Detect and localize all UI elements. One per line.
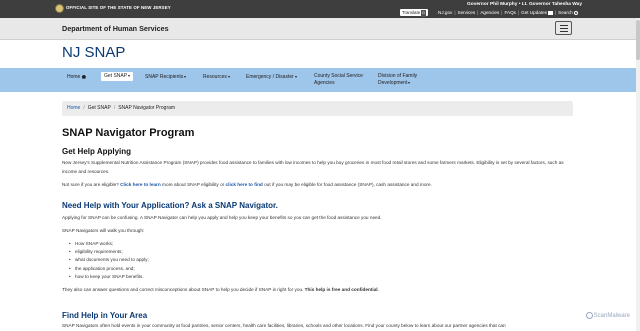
nav-label-county-line1: County Social Service — [314, 73, 363, 79]
watermark-text: ScanMalware — [593, 313, 630, 320]
page-title: SNAP Navigator Program — [62, 127, 195, 139]
section2-p3-end: . — [377, 287, 379, 292]
list-item: eligibility requirements; — [69, 248, 149, 256]
chevron-down-icon — [128, 74, 131, 77]
list-item: how to keep your SNAP benefits. — [69, 273, 149, 281]
mail-icon — [547, 10, 553, 15]
nav-label-get-snap: Get SNAP — [104, 73, 128, 79]
breadcrumb-current: SNAP Navigator Program — [118, 105, 176, 111]
translate-label: Translate — [402, 10, 421, 15]
chevron-down-icon — [408, 81, 411, 84]
top-link-njgov[interactable]: NJ.gov — [438, 10, 452, 15]
search-icon — [573, 10, 578, 15]
section1-paragraph2: Not sure if you are eligible? Click here… — [62, 181, 582, 190]
section1-p2-text-c: out if you may be eligible for food assi… — [262, 182, 432, 187]
nav-label-emergency: Emergency / Disaster — [246, 74, 294, 80]
official-site-label: OFFICIAL SITE OF THE STATE OF NEW JERSEY — [66, 5, 171, 10]
nav-label-home: Home — [67, 74, 81, 80]
top-link-agencies[interactable]: Agencies — [480, 10, 499, 15]
nav-label-division-line1: Division of Family — [378, 73, 418, 79]
state-top-bar: OFFICIAL SITE OF THE STATE OF NEW JERSEY… — [0, 0, 640, 18]
page-scrollbar[interactable] — [636, 18, 640, 331]
list-item: How SNAP works; — [69, 240, 149, 248]
breadcrumb: Home / Get SNAP / SNAP Navigator Program — [62, 101, 573, 116]
scanmalware-logo-icon — [585, 312, 593, 319]
section1-paragraph1: New Jersey's Supplemental Nutrition Assi… — [62, 160, 564, 174]
chevron-down-icon — [294, 75, 297, 78]
home-icon — [81, 74, 87, 79]
top-link-get-updates[interactable]: Get Updates — [521, 10, 547, 15]
nav-item-snap-recipients[interactable]: SNAP Recipients — [145, 74, 187, 81]
site-header: NJ SNAP — [0, 40, 640, 68]
state-seal-icon — [55, 4, 64, 13]
scanmalware-watermark: ScanMalware — [585, 312, 630, 320]
find-eligibility-link[interactable]: click here to find — [226, 182, 263, 187]
google-translate-icon: G — [421, 10, 426, 17]
nav-item-get-snap[interactable]: Get SNAP — [101, 72, 134, 81]
nav-label-division-line2: Development — [378, 80, 408, 86]
department-bar: Department of Human Services — [0, 18, 640, 40]
site-title[interactable]: NJ SNAP — [62, 44, 125, 61]
section2-paragraph1: Applying for SNAP can be confusing. A SN… — [62, 215, 382, 220]
section2-p3-text: They also can answer questions and corre… — [62, 287, 305, 292]
nav-item-county-agencies[interactable]: County Social Service Agencies — [314, 73, 363, 87]
section1-p2-text-a: Not sure if you are eligible? — [62, 182, 121, 187]
breadcrumb-get-snap[interactable]: Get SNAP — [88, 105, 111, 111]
department-title[interactable]: Department of Human Services — [62, 24, 169, 33]
chevron-down-icon — [227, 75, 230, 78]
top-link-services[interactable]: Services — [458, 10, 476, 15]
breadcrumb-home[interactable]: Home — [67, 105, 80, 111]
scrollbar-thumb[interactable] — [636, 20, 640, 60]
section-find-help-title: Find Help in Your Area — [62, 311, 148, 320]
governor-line: Governor Phil Murphy • Lt. Governor Tahe… — [467, 2, 582, 7]
free-confidential-text: This help is free and confidential — [304, 287, 378, 292]
nav-label-county-line2: Agencies — [314, 80, 335, 86]
nav-item-division-family[interactable]: Division of Family Development — [378, 73, 417, 87]
main-nav: Home Get SNAP SNAP Recipients Resources … — [0, 68, 640, 92]
top-link-faqs[interactable]: FAQs — [504, 10, 516, 15]
nav-label-snap-recipients: SNAP Recipients — [145, 74, 184, 80]
nav-item-home[interactable]: Home — [67, 74, 87, 81]
section-navigator-title: Need Help with Your Application? Ask a S… — [62, 201, 278, 210]
section-get-help-applying-title: Get Help Applying — [62, 147, 132, 156]
nav-label-resources: Resources — [203, 74, 227, 80]
chevron-down-icon — [184, 75, 187, 78]
section2-paragraph2: SNAP Navigators will walk you through: — [62, 228, 145, 233]
nav-item-emergency[interactable]: Emergency / Disaster — [246, 74, 297, 81]
section1-p2-text-b: more about SNAP eligibility or — [160, 182, 226, 187]
translate-button[interactable]: Translate G — [400, 9, 428, 17]
list-item: what documents you need to apply; — [69, 256, 149, 264]
navigator-topics-list: How SNAP works; eligibility requirements… — [69, 240, 149, 281]
nav-item-resources[interactable]: Resources — [203, 74, 230, 81]
learn-eligibility-link[interactable]: Click here to learn — [120, 182, 161, 187]
hamburger-menu-button[interactable] — [555, 21, 572, 35]
top-link-search[interactable]: Search — [558, 10, 573, 15]
section3-paragraph1: SNAP Navigators often hold events in you… — [62, 323, 506, 328]
list-item: the application process, and; — [69, 265, 149, 273]
top-links: NJ.gov | Services | Agencies | FAQs | Get Update… — [438, 10, 578, 15]
section2-paragraph3: They also can answer questions and corre… — [62, 286, 582, 295]
